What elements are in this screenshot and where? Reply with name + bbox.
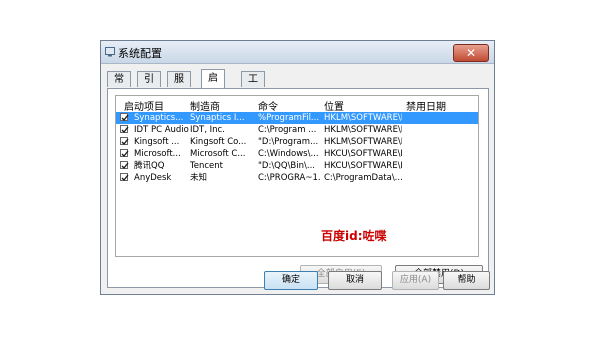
startup-item-checkbox[interactable]: [120, 113, 129, 121]
checkmark-icon: [121, 150, 129, 157]
system-config-window: 系统配置 ✕ 常规 引导 服务 启动 工具 启动项目 制造商 命令 位置 禁用日…: [100, 40, 495, 295]
column-header-item[interactable]: 启动项目: [124, 98, 164, 113]
cell-maker: Microsoft C...: [190, 149, 246, 159]
cell-item: IDT PC Audio: [134, 125, 189, 135]
cell-location: HKCU\SOFTWARE\M...: [324, 161, 402, 171]
cell-item: 腾讯QQ: [134, 161, 165, 171]
cell-location: C:\ProgramData\...: [324, 173, 402, 183]
cell-maker: 未知: [190, 173, 208, 183]
startup-panel: 启动项目 制造商 命令 位置 禁用日期 Synaptics... Synaptic…: [107, 88, 489, 288]
column-header-command[interactable]: 命令: [258, 98, 278, 113]
table-row[interactable]: IDT PC Audio IDT, Inc. C:\Program ... HKLM\…: [116, 124, 478, 136]
column-header-disabled-date[interactable]: 禁用日期: [406, 98, 446, 113]
cell-location: HKLM\SOFTWARE\M...: [324, 125, 402, 135]
cell-item: Kingsoft ...: [134, 137, 180, 147]
cell-command: C:\PROGRA~1...: [258, 173, 320, 183]
help-button[interactable]: 帮助: [443, 271, 490, 290]
cell-item: Synaptics...: [134, 113, 184, 123]
tab-boot[interactable]: 引导: [137, 71, 161, 101]
close-icon: ✕: [465, 46, 477, 60]
checkmark-icon: [121, 138, 129, 145]
cell-command: "D:\Program...: [258, 137, 319, 147]
table-row[interactable]: Synaptics... Synaptics I... %ProgramFil...…: [116, 112, 478, 124]
window-title: 系统配置: [118, 47, 162, 60]
checkmark-icon: [121, 114, 129, 121]
cell-item: AnyDesk: [134, 173, 172, 183]
cell-item: Microsoft...: [134, 149, 181, 159]
table-row[interactable]: Microsoft... Microsoft C... C:\Windows\...…: [116, 148, 478, 160]
table-row[interactable]: AnyDesk 未知 C:\PROGRA~1... C:\ProgramData\..…: [116, 172, 478, 184]
cell-command: C:\Windows\...: [258, 149, 319, 159]
tab-tools[interactable]: 工具: [241, 71, 265, 101]
cell-maker: Tencent: [190, 161, 223, 171]
startup-item-checkbox[interactable]: [120, 173, 129, 181]
cell-maker: Kingsoft Co...: [190, 137, 247, 147]
checkmark-icon: [121, 162, 129, 169]
startup-item-checkbox[interactable]: [120, 137, 129, 145]
cell-maker: IDT, Inc.: [190, 125, 225, 135]
cell-location: HKLM\SOFTWARE\M...: [324, 137, 402, 147]
watermark-text: 百度id:咗喋: [321, 229, 387, 243]
title-bar: 系统配置 ✕: [101, 41, 494, 64]
checkmark-icon: [121, 126, 129, 133]
tab-startup[interactable]: 启动: [201, 69, 225, 102]
apply-button[interactable]: 应用(A): [392, 271, 439, 290]
cell-maker: Synaptics I...: [190, 113, 245, 123]
startup-item-checkbox[interactable]: [120, 149, 129, 157]
app-icon: [105, 47, 115, 57]
checkmark-icon: [121, 174, 129, 181]
cell-command: "D:\QQ\Bin\...: [258, 161, 315, 171]
cell-command: %ProgramFil...: [258, 113, 320, 123]
tab-services[interactable]: 服务: [167, 71, 191, 101]
table-row[interactable]: Kingsoft ... Kingsoft Co... "D:\Program...…: [116, 136, 478, 148]
ok-button[interactable]: 确定: [264, 271, 318, 290]
cancel-button[interactable]: 取消: [328, 271, 382, 290]
column-header-maker[interactable]: 制造商: [190, 98, 220, 113]
startup-list[interactable]: 启动项目 制造商 命令 位置 禁用日期 Synaptics... Synaptic…: [115, 95, 479, 257]
cell-location: HKCU\SOFTWARE\M...: [324, 149, 402, 159]
table-row[interactable]: 腾讯QQ Tencent "D:\QQ\Bin\... HKCU\SOFTWARE\M…: [116, 160, 478, 172]
startup-item-checkbox[interactable]: [120, 161, 129, 169]
tab-general[interactable]: 常规: [107, 71, 131, 101]
column-header-location[interactable]: 位置: [324, 98, 344, 113]
cell-command: C:\Program ...: [258, 125, 317, 135]
cell-location: HKLM\SOFTWARE\M...: [324, 113, 402, 123]
close-button[interactable]: ✕: [453, 44, 489, 62]
startup-item-checkbox[interactable]: [120, 125, 129, 133]
